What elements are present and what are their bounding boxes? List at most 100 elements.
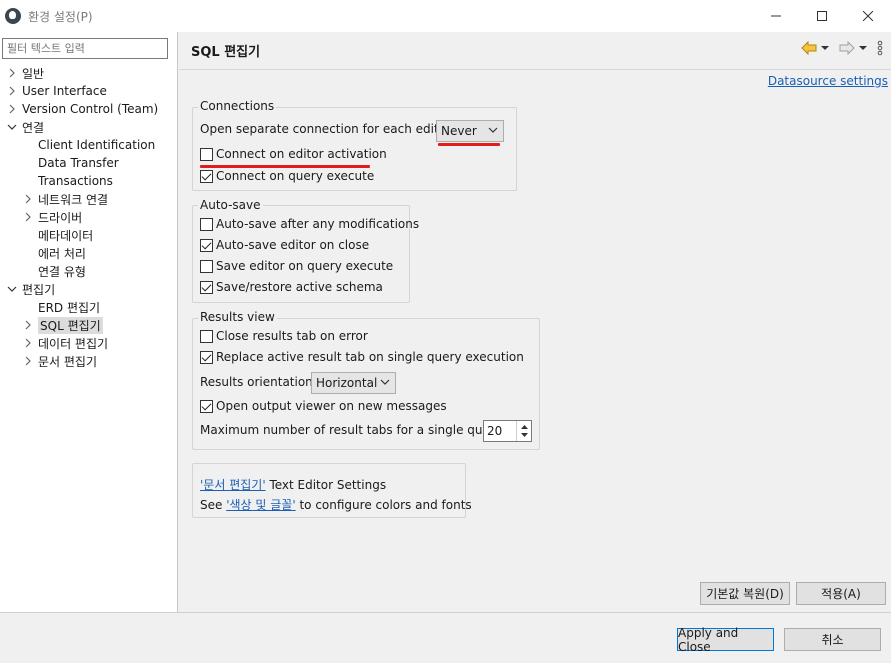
- autosave-checkbox[interactable]: [200, 280, 213, 294]
- open-output-viewer-checkbox[interactable]: [200, 399, 213, 413]
- red-annotation-underline: [200, 165, 370, 168]
- open-separate-connection-select[interactable]: Never: [436, 120, 504, 142]
- close-results-tab-checkbox[interactable]: [200, 329, 213, 343]
- replace-active-tab-row[interactable]: Replace active result tab on single quer…: [200, 350, 524, 364]
- tree-item[interactable]: 에러 처리: [22, 244, 86, 262]
- tree-item[interactable]: 일반: [6, 64, 44, 82]
- colors-fonts-prefix: See: [200, 497, 227, 512]
- main-area: 일반 User Interface Version Control (Team) 연결…: [0, 32, 891, 612]
- chevron-right-icon[interactable]: [6, 67, 18, 79]
- connect-on-query-checkbox[interactable]: [200, 169, 213, 183]
- open-output-viewer-row[interactable]: Open output viewer on new messages: [200, 399, 447, 413]
- back-arrow-icon[interactable]: [801, 41, 817, 55]
- chevron-right-icon[interactable]: [6, 103, 18, 115]
- tree-item[interactable]: 네트워크 연결: [22, 190, 108, 208]
- tree-item-label: 메타데이터: [38, 228, 94, 243]
- max-result-tabs-value: 20: [487, 424, 503, 438]
- chevron-right-icon[interactable]: [6, 85, 18, 97]
- tree-item[interactable]: 편집기: [6, 280, 55, 298]
- connect-on-query-label: Connect on query execute: [216, 169, 375, 183]
- autosave-checkbox[interactable]: [200, 217, 213, 231]
- filter-input[interactable]: [2, 38, 168, 59]
- forward-dropdown-icon[interactable]: [859, 45, 867, 51]
- minimize-icon: [771, 15, 781, 17]
- open-output-viewer-label: Open output viewer on new messages: [216, 399, 447, 413]
- autosave-label: Save editor on query execute: [216, 259, 394, 273]
- tree-item[interactable]: 연결: [6, 118, 44, 136]
- chevron-down-icon: [488, 127, 498, 133]
- autosave-label: Save/restore active schema: [216, 280, 383, 294]
- autosave-item[interactable]: Auto-save editor on close: [200, 238, 369, 252]
- connect-on-query-row[interactable]: Connect on query execute: [200, 169, 374, 183]
- text-editor-link[interactable]: '문서 편집기': [200, 476, 266, 493]
- results-orientation-select[interactable]: Horizontal: [311, 372, 396, 394]
- tree-item[interactable]: 문서 편집기: [22, 352, 97, 370]
- open-separate-connection-label: Open separate connection for each editor…: [200, 122, 455, 136]
- apply-and-close-button[interactable]: Apply and Close: [677, 626, 774, 654]
- more-options-icon[interactable]: [877, 40, 883, 56]
- tree-item[interactable]: 연결 유형: [22, 262, 86, 280]
- autosave-label: Auto-save after any modifications: [216, 217, 420, 231]
- colors-fonts-link[interactable]: '색상 및 글꼴': [226, 496, 295, 513]
- close-button[interactable]: [845, 0, 891, 32]
- tree-item[interactable]: 메타데이터: [22, 226, 93, 244]
- chevron-right-icon[interactable]: [22, 211, 34, 223]
- connect-on-activation-checkbox[interactable]: [200, 147, 213, 161]
- tree-item[interactable]: SQL 편집기: [22, 316, 103, 334]
- chevron-right-icon[interactable]: [22, 319, 34, 331]
- max-result-tabs-spinner[interactable]: 20: [483, 420, 532, 442]
- spinner-arrows[interactable]: [516, 421, 531, 441]
- tree-item[interactable]: ERD 편집기: [22, 298, 100, 316]
- colors-fonts-row: See '색상 및 글꼴' to configure colors and fo…: [200, 496, 472, 513]
- autosave-checkbox[interactable]: [200, 259, 213, 273]
- close-results-tab-row[interactable]: Close results tab on error: [200, 329, 368, 343]
- tree-item-label: 데이터 편집기: [38, 336, 109, 351]
- minimize-button[interactable]: [753, 0, 799, 32]
- maximize-icon: [817, 11, 827, 21]
- tree-item-label: Data Transfer: [38, 156, 119, 170]
- tree-item-label: 연결 유형: [38, 264, 86, 279]
- autosave-item[interactable]: Auto-save after any modifications: [200, 217, 419, 231]
- connect-on-activation-row[interactable]: Connect on editor activation: [200, 147, 387, 161]
- tree-item[interactable]: 데이터 편집기: [22, 334, 108, 352]
- tree-item[interactable]: 드라이버: [22, 208, 82, 226]
- chevron-right-icon[interactable]: [22, 337, 34, 349]
- forward-arrow-icon[interactable]: [839, 41, 855, 55]
- chevron-right-icon[interactable]: [22, 355, 34, 367]
- replace-active-tab-checkbox[interactable]: [200, 350, 213, 364]
- dialog-footer: Apply and Close 취소: [0, 612, 891, 663]
- maximize-button[interactable]: [799, 0, 845, 32]
- tree-item[interactable]: Version Control (Team): [6, 100, 158, 118]
- restore-defaults-button[interactable]: 기본값 복원(D): [700, 582, 790, 605]
- results-orientation-label: Results orientation:: [200, 375, 317, 389]
- header-separator: [179, 69, 891, 70]
- tree-item[interactable]: User Interface: [6, 82, 107, 100]
- tree-item[interactable]: Data Transfer: [22, 154, 119, 172]
- back-dropdown-icon[interactable]: [821, 45, 829, 51]
- cancel-button[interactable]: 취소: [784, 628, 881, 651]
- tree-item-label: 에러 처리: [38, 246, 86, 261]
- autosave-item[interactable]: Save/restore active schema: [200, 280, 383, 294]
- close-results-tab-label: Close results tab on error: [216, 329, 368, 343]
- chevron-down-icon[interactable]: [6, 121, 18, 133]
- autosave-label: Auto-save editor on close: [216, 238, 370, 252]
- apply-button[interactable]: 적용(A): [796, 582, 886, 605]
- tree-item[interactable]: Client Identification: [22, 136, 155, 154]
- tree-item-label: 문서 편집기: [38, 354, 98, 369]
- chevron-down-icon[interactable]: [6, 283, 18, 295]
- tree-item-label: Transactions: [38, 174, 113, 188]
- tree-item[interactable]: Transactions: [22, 172, 113, 190]
- autosave-checkbox[interactable]: [200, 238, 213, 252]
- open-separate-connection-value: Never: [441, 124, 477, 138]
- autosave-item[interactable]: Save editor on query execute: [200, 259, 393, 273]
- chevron-right-icon[interactable]: [22, 193, 34, 205]
- datasource-settings-link[interactable]: Datasource settings: [768, 74, 888, 88]
- results-orientation-row: Results orientation:: [200, 375, 317, 389]
- colors-fonts-suffix: to configure colors and fonts: [295, 497, 472, 512]
